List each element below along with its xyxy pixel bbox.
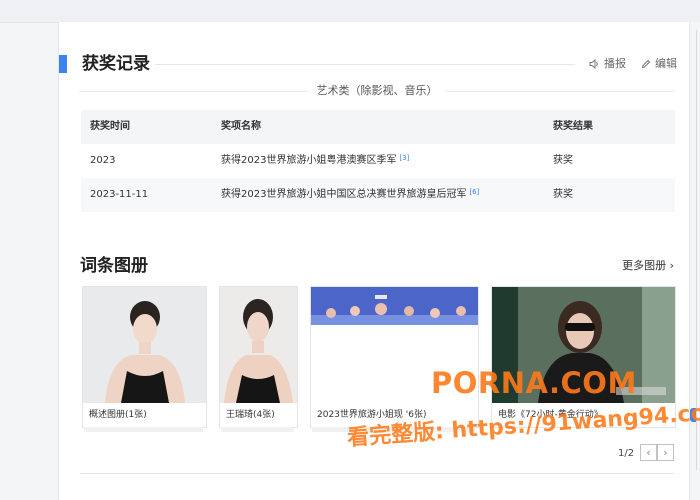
award-time: 2023-11-11 <box>90 189 149 200</box>
table-header: 获奖时间 奖项名称 获奖结果 <box>81 110 675 144</box>
section-title: 获奖记录 <box>82 54 150 74</box>
album-stack-edge <box>84 427 203 432</box>
album-caption: 王瑞琦(4张) <box>220 403 297 427</box>
album-caption: 概述图册(1张) <box>83 403 206 427</box>
chevron-right-icon: › <box>669 259 674 272</box>
watermark-brand: PORNA.COM <box>431 366 637 400</box>
award-name-text: 获得2023世界旅游小姐粤港澳赛区季军 <box>221 155 397 166</box>
speaker-icon <box>589 59 598 69</box>
award-result: 获奖 <box>553 189 573 200</box>
award-name-text: 获得2023世界旅游小姐中国区总决赛世界旅游皇后冠军 <box>221 189 467 200</box>
gallery-title: 词条图册 <box>80 256 148 276</box>
more-albums-link[interactable]: 更多图册 › <box>622 258 674 274</box>
table-row: 2023 获得2023世界旅游小姐粤港澳赛区季军 [3] 获奖 <box>81 144 675 178</box>
album-photo <box>220 287 297 403</box>
gallery-page-indicator: 1/2 <box>618 448 635 459</box>
subcategory-line-right <box>445 91 675 92</box>
award-result: 获奖 <box>553 155 573 166</box>
gallery-header: 词条图册 更多图册 › <box>80 254 674 278</box>
reference-link[interactable]: [3] <box>399 154 409 162</box>
pencil-icon <box>641 59 651 69</box>
chevron-left-icon: ‹ <box>646 446 651 459</box>
subcategory-label: 艺术类（除影视、音乐） <box>316 84 438 97</box>
award-name: 获得2023世界旅游小姐中国区总决赛世界旅游皇后冠军 [6] <box>221 178 479 212</box>
browser-top-strip <box>0 0 700 23</box>
reference-link[interactable]: [6] <box>469 188 479 196</box>
subcategory-line-left <box>79 91 309 92</box>
next-page-button[interactable]: › <box>657 444 674 461</box>
section-header: 获奖记录 播报 编辑 <box>59 52 689 76</box>
right-gutter <box>690 22 700 500</box>
album-photo <box>83 287 206 403</box>
album-card[interactable]: 概述图册(1张) <box>82 286 207 428</box>
award-name: 获得2023世界旅游小姐粤港澳赛区季军 [3] <box>221 144 409 178</box>
album-stack-edge <box>221 427 294 432</box>
section-marker <box>59 55 67 73</box>
play-label: 播报 <box>604 57 626 70</box>
award-time: 2023 <box>90 155 116 166</box>
table-row: 2023-11-11 获得2023世界旅游小姐中国区总决赛世界旅游皇后冠军 [6]… <box>81 178 675 212</box>
chevron-right-icon: › <box>663 446 668 459</box>
edit-button[interactable]: 编辑 <box>641 56 677 72</box>
play-button[interactable]: 播报 <box>589 56 626 72</box>
gallery-bottom-divider <box>80 473 674 474</box>
section-divider <box>155 64 575 65</box>
previous-page-button[interactable]: ‹ <box>640 444 657 461</box>
more-albums-label: 更多图册 <box>622 259 667 272</box>
subcategory-heading: 艺术类（除影视、音乐） <box>79 80 675 104</box>
header-award: 奖项名称 <box>221 121 261 132</box>
header-result: 获奖结果 <box>553 121 593 132</box>
album-card[interactable]: 王瑞琦(4张) <box>219 286 298 428</box>
edit-label: 编辑 <box>655 57 677 70</box>
album-card[interactable]: 2023世界旅游小姐现 '6张) <box>310 286 479 428</box>
header-time: 获奖时间 <box>90 121 130 132</box>
awards-table: 获奖时间 奖项名称 获奖结果 2023 获得2023世界旅游小姐粤港澳赛区季军[… <box>81 110 675 212</box>
